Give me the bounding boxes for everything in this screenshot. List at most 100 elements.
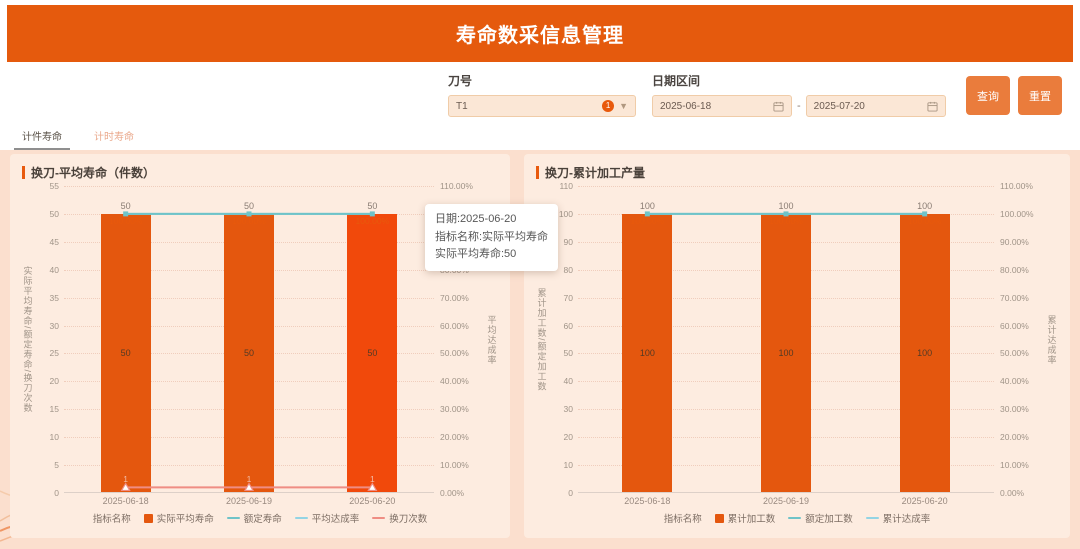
y-tick-left: 20	[50, 376, 59, 386]
y-tick-right: 30.00%	[1000, 404, 1029, 414]
tool-number-field: 刀号 1 ▼	[448, 72, 636, 117]
line-point-label: 1	[247, 474, 252, 484]
y-tick-right: 50.00%	[1000, 348, 1029, 358]
calendar-icon[interactable]	[927, 101, 938, 112]
y-tick-right: 110.00%	[1000, 181, 1033, 191]
y-axis-ticks-left: 0510152025303540455055	[34, 186, 64, 493]
y-tick-left: 100	[559, 209, 573, 219]
y-tick-left: 30	[50, 321, 59, 331]
y-tick-left: 70	[564, 293, 573, 303]
y-tick-left: 40	[50, 265, 59, 275]
tool-number-value[interactable]	[456, 101, 602, 112]
date-range-label: 日期区间	[652, 72, 946, 89]
y-tick-right: 60.00%	[440, 321, 469, 331]
y-axis-ticks-right: 0.00%10.00%20.00%30.00%40.00%50.00%60.00…	[994, 186, 1046, 493]
date-end-picker[interactable]	[806, 95, 946, 117]
date-range-field: 日期区间 -	[652, 72, 946, 117]
date-end-value[interactable]	[814, 101, 927, 112]
y-tick-left: 10	[564, 460, 573, 470]
tab-time-life[interactable]: 计时寿命	[86, 123, 142, 150]
x-tick-label: 2025-06-19	[226, 496, 272, 506]
y-tick-right: 70.00%	[1000, 293, 1029, 303]
y-tick-left: 25	[50, 348, 59, 358]
legend-item-累计加工数[interactable]: 累计加工数	[715, 511, 776, 525]
legend-bar-marker	[144, 514, 153, 523]
line-series-额定加工数	[578, 186, 994, 493]
chart-tooltip: 日期:2025-06-20 指标名称:实际平均寿命 实际平均寿命:50	[425, 204, 558, 271]
y-tick-right: 30.00%	[440, 404, 469, 414]
tool-number-label: 刀号	[448, 72, 636, 89]
date-start-value[interactable]	[660, 101, 773, 112]
legend-line-marker	[788, 517, 801, 520]
y-tick-right: 100.00%	[1000, 209, 1034, 219]
y-tick-right: 0.00%	[1000, 488, 1024, 498]
y-tick-right: 110.00%	[440, 181, 473, 191]
tooltip-metric-name: 指标名称:实际平均寿命	[435, 229, 548, 247]
tool-number-select[interactable]: 1 ▼	[448, 95, 636, 117]
chart-legend: 指标名称累计加工数额定加工数累计达成率	[536, 508, 1058, 528]
reset-button[interactable]: 重置	[1018, 76, 1062, 115]
y-tick-right: 40.00%	[1000, 376, 1029, 386]
search-button[interactable]: 查询	[966, 76, 1010, 115]
y-tick-left: 50	[50, 209, 59, 219]
y-tick-right: 70.00%	[440, 293, 469, 303]
y-tick-left: 30	[564, 404, 573, 414]
legend-line-marker	[866, 517, 879, 520]
x-tick-label: 2025-06-20	[902, 496, 948, 506]
y-tick-left: 10	[50, 432, 59, 442]
y-axis-title-left: 实际平均寿命/额定寿命/换刀次数	[22, 186, 34, 493]
y-tick-right: 40.00%	[440, 376, 469, 386]
tabs: 计件寿命 计时寿命	[0, 124, 1080, 150]
x-axis-labels: 2025-06-182025-06-192025-06-20	[578, 493, 994, 508]
legend-title: 指标名称	[93, 511, 131, 525]
line-series-换刀次数	[64, 186, 434, 493]
y-tick-right: 10.00%	[440, 460, 469, 470]
y-tick-left: 35	[50, 293, 59, 303]
selected-count-badge: 1	[602, 100, 614, 112]
y-tick-right: 0.00%	[440, 488, 464, 498]
y-tick-left: 5	[54, 460, 59, 470]
chart-title: 换刀-累计加工产量	[545, 164, 645, 181]
y-tick-right: 10.00%	[1000, 460, 1029, 470]
y-axis-title-right: 累计达成率	[1046, 186, 1058, 493]
legend-item-额定寿命[interactable]: 额定寿命	[227, 511, 282, 525]
legend-line-marker	[227, 517, 240, 520]
y-tick-left: 60	[564, 321, 573, 331]
legend-item-累计达成率[interactable]: 累计达成率	[866, 511, 931, 525]
y-tick-left: 110	[559, 181, 573, 191]
y-tick-left: 0	[54, 488, 59, 498]
tab-piece-life[interactable]: 计件寿命	[14, 123, 70, 150]
legend-item-换刀次数[interactable]: 换刀次数	[372, 511, 427, 525]
date-start-picker[interactable]	[652, 95, 792, 117]
plot-area: 100100100100100100100.00%100.00%100.00%	[578, 186, 994, 493]
y-tick-left: 20	[564, 432, 573, 442]
y-tick-right: 50.00%	[440, 348, 469, 358]
y-tick-left: 90	[564, 237, 573, 247]
y-tick-left: 40	[564, 376, 573, 386]
legend-line-marker	[295, 517, 308, 520]
x-axis-labels: 2025-06-182025-06-192025-06-20	[64, 493, 434, 508]
plot-area: 505050505050100.00%100.00%100.00%111	[64, 186, 434, 493]
legend-item-实际平均寿命[interactable]: 实际平均寿命	[144, 511, 214, 525]
y-tick-right: 20.00%	[1000, 432, 1029, 442]
y-tick-left: 0	[568, 488, 573, 498]
filter-bar: 刀号 1 ▼ 日期区间 - 查询 重置	[0, 62, 1080, 124]
calendar-icon[interactable]	[773, 101, 784, 112]
app-header: 寿命数采信息管理	[7, 5, 1073, 62]
legend-line-marker	[372, 517, 385, 520]
chart-panel-cumulative-output: 换刀-累计加工产量 累计加工数/额定加工数 010203040506070809…	[524, 154, 1070, 538]
title-accent-bar	[22, 166, 25, 179]
chevron-down-icon[interactable]: ▼	[619, 101, 628, 111]
title-accent-bar	[536, 166, 539, 179]
legend-item-平均达成率[interactable]: 平均达成率	[295, 511, 360, 525]
y-tick-left: 50	[564, 348, 573, 358]
tooltip-date: 日期:2025-06-20	[435, 211, 548, 229]
chart-title: 换刀-平均寿命（件数）	[31, 164, 155, 181]
y-tick-left: 55	[50, 181, 59, 191]
legend-item-额定加工数[interactable]: 额定加工数	[788, 511, 853, 525]
date-separator: -	[797, 100, 801, 112]
y-tick-right: 60.00%	[1000, 321, 1029, 331]
y-tick-left: 15	[50, 404, 59, 414]
legend-title: 指标名称	[664, 511, 702, 525]
tooltip-metric-value: 实际平均寿命:50	[435, 246, 548, 264]
